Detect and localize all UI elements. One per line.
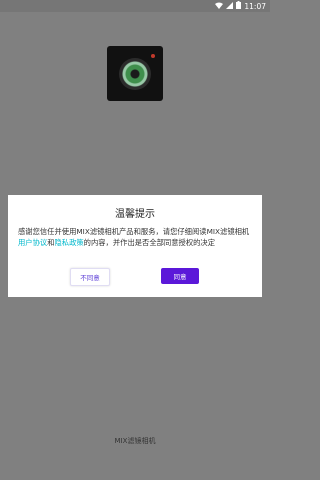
status-time: 11:07	[244, 1, 266, 11]
agree-button[interactable]: 同意	[161, 268, 199, 284]
dialog-body: 感谢您信任并使用MIX滤镜相机产品和服务，请您仔细阅读MIX滤镜相机用户协议和隐…	[18, 226, 254, 248]
app-name: MIX滤镜相机	[114, 437, 156, 445]
status-bar: 11:07	[0, 0, 270, 12]
user-agreement-link[interactable]: 用户协议	[18, 238, 47, 247]
wifi-icon	[215, 1, 224, 11]
dialog-body-prefix: 感谢您信任并使用MIX滤镜相机产品和服务，请您仔细阅读MIX滤镜相机	[18, 227, 250, 236]
privacy-policy-link[interactable]: 隐私政策	[54, 238, 83, 247]
dialog-title: 温馨提示	[115, 209, 155, 220]
signal-icon	[226, 1, 234, 11]
status-icons: 11:07	[215, 1, 266, 11]
camera-lens-icon	[119, 58, 151, 90]
dialog-body-suffix: 的内容，并作出是否全部同意授权的决定	[83, 238, 216, 247]
disagree-button[interactable]: 不同意	[70, 268, 110, 286]
privacy-dialog: 温馨提示 感谢您信任并使用MIX滤镜相机产品和服务，请您仔细阅读MIX滤镜相机用…	[8, 195, 262, 297]
app-logo	[107, 46, 163, 101]
icon-red-dot	[151, 54, 155, 58]
battery-icon	[236, 1, 242, 11]
